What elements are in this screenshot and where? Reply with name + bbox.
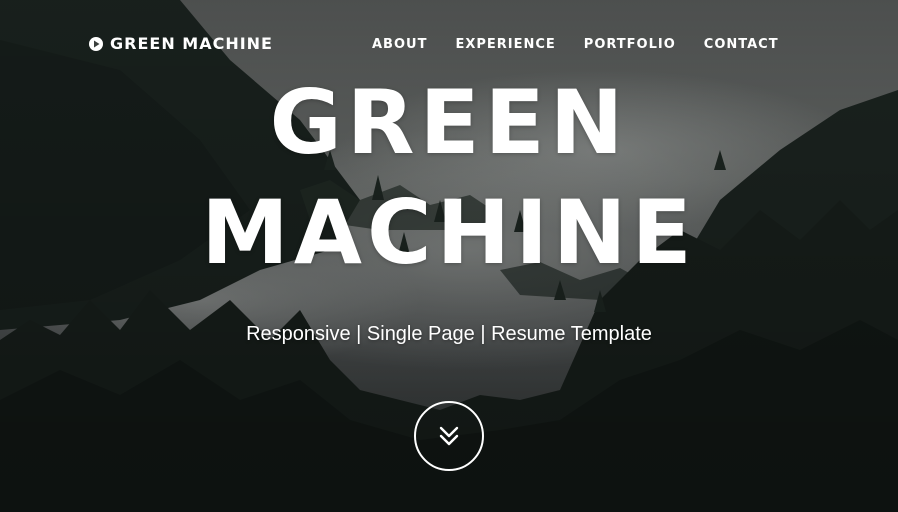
hero-title-line-1: GREEN (269, 71, 629, 174)
play-circle-icon (89, 37, 103, 51)
nav-menu: ABOUT EXPERIENCE PORTFOLIO CONTACT (372, 36, 779, 54)
hero-section: GREEN MACHINE ABOUT EXPERIENCE PORTFOLIO… (0, 0, 898, 512)
nav-item-about[interactable]: ABOUT (372, 36, 427, 54)
hero-title: GREEN MACHINE (0, 68, 898, 288)
double-chevron-down-icon (439, 426, 459, 446)
brand-logo-link[interactable]: GREEN MACHINE (88, 34, 273, 54)
scroll-down-button[interactable] (414, 401, 484, 471)
hero-subtitle: Responsive | Single Page | Resume Templa… (246, 323, 652, 345)
nav-item-contact[interactable]: CONTACT (704, 36, 779, 54)
nav-item-experience[interactable]: EXPERIENCE (455, 36, 555, 54)
nav-item-portfolio[interactable]: PORTFOLIO (584, 36, 676, 54)
top-navigation: GREEN MACHINE ABOUT EXPERIENCE PORTFOLIO… (88, 34, 798, 56)
hero-title-line-2: MACHINE (201, 181, 697, 284)
brand-name: GREEN MACHINE (110, 34, 273, 53)
